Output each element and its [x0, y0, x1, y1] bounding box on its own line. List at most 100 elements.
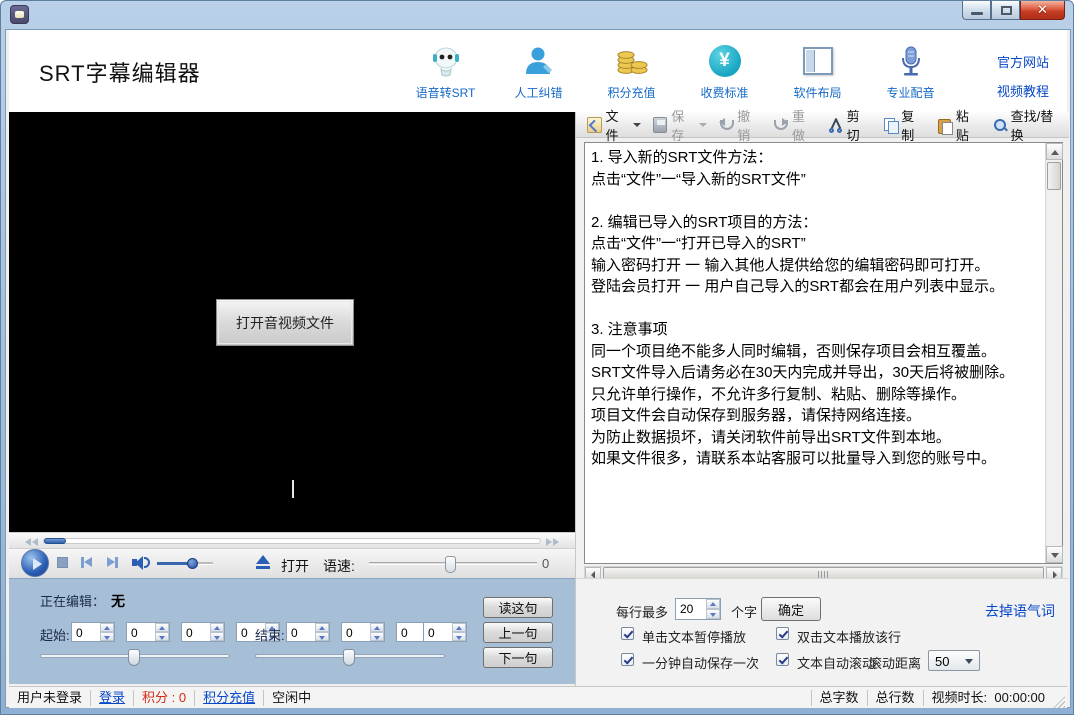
checkbox-label[interactable]: 一分钟自动保存一次: [642, 653, 759, 672]
checkbox-label[interactable]: 双击文本播放该行: [797, 627, 901, 646]
start-slider-thumb[interactable]: [128, 649, 140, 666]
video-tutorial-link[interactable]: 视频教程: [997, 81, 1049, 100]
confirm-button[interactable]: 确定: [761, 597, 821, 621]
paste-button[interactable]: 粘贴: [932, 114, 985, 136]
editor-line[interactable]: 输入密码打开 一 输入其他人提供给您的编辑密码即可打开。: [591, 255, 1042, 277]
forward-icon[interactable]: [546, 538, 552, 546]
undo-button[interactable]: 撤销: [714, 114, 767, 136]
nav-item-points-recharge[interactable]: 积分充值: [585, 38, 678, 108]
volume-thumb[interactable]: [187, 558, 198, 569]
nav-item-speech-to-srt[interactable]: 语音转SRT: [399, 38, 492, 108]
spin-value[interactable]: 20: [676, 599, 706, 619]
spin-value[interactable]: 0: [397, 623, 425, 641]
spin-up-icon[interactable]: [315, 623, 329, 632]
spin-up-icon[interactable]: [100, 623, 114, 632]
nav-item-pricing[interactable]: ¥ 收费标准: [678, 38, 771, 108]
scroll-distance-dropdown[interactable]: 50: [928, 650, 980, 671]
find-replace-button[interactable]: 查找/替换: [987, 114, 1067, 136]
spin-down-icon[interactable]: [452, 632, 466, 641]
subtitle-text-editor[interactable]: 1. 导入新的SRT文件方法： 点击“文件”一“导入新的SRT文件” 2. 编辑…: [584, 142, 1063, 564]
spin-up-icon[interactable]: [370, 623, 384, 632]
editor-line[interactable]: 2. 编辑已导入的SRT项目的方法：: [591, 212, 1042, 234]
spin-down-icon[interactable]: [100, 632, 114, 641]
spin-value[interactable]: 0: [127, 623, 155, 641]
stop-button[interactable]: [57, 557, 68, 568]
end-spinner-1[interactable]: 0: [341, 622, 385, 642]
checkbox-label[interactable]: 文本自动滚动: [797, 653, 875, 672]
spin-value[interactable]: 0: [342, 623, 370, 641]
start-spinner-1[interactable]: 0: [126, 622, 170, 642]
spin-value[interactable]: 0: [424, 623, 452, 641]
spin-down-icon[interactable]: [315, 632, 329, 641]
copy-button[interactable]: 复制: [878, 114, 931, 136]
start-spinner-0[interactable]: 0: [71, 622, 115, 642]
next-button[interactable]: [107, 557, 123, 569]
editor-line[interactable]: 点击“文件”一“打开已导入的SRT”: [591, 233, 1042, 255]
autoscroll-checkbox[interactable]: [776, 653, 789, 666]
login-link[interactable]: 登录: [99, 690, 125, 705]
editor-line[interactable]: 如果文件很多，请联系本站客服可以批量导入到您的账号中。: [591, 448, 1042, 470]
read-sentence-button[interactable]: 读这句: [483, 597, 553, 618]
speed-slider[interactable]: [369, 562, 537, 565]
pause-on-click-checkbox[interactable]: [621, 627, 634, 640]
rewind-icon[interactable]: [32, 538, 38, 546]
autosave-checkbox[interactable]: [621, 653, 634, 666]
scroll-down-icon[interactable]: [1046, 546, 1063, 563]
end-spinner-3[interactable]: 0: [423, 622, 467, 642]
nav-item-manual-correction[interactable]: 人工纠错: [492, 38, 585, 108]
previous-button[interactable]: [81, 557, 97, 569]
scroll-up-icon[interactable]: [1046, 143, 1063, 160]
redo-button[interactable]: 重做: [768, 114, 821, 136]
spin-down-icon[interactable]: [370, 632, 384, 641]
open-label[interactable]: 打开: [281, 556, 309, 576]
spin-up-icon[interactable]: [155, 623, 169, 632]
cut-button[interactable]: 剪切: [823, 114, 876, 136]
editor-line[interactable]: 项目文件会自动保存到服务器，请保持网络连接。: [591, 405, 1042, 427]
spin-value[interactable]: 0: [287, 623, 315, 641]
spin-down-icon[interactable]: [706, 609, 720, 619]
editor-line[interactable]: [591, 190, 1042, 212]
eject-icon[interactable]: [255, 555, 271, 571]
spin-up-icon[interactable]: [706, 599, 720, 609]
official-site-link[interactable]: 官方网站: [997, 52, 1049, 71]
previous-sentence-button[interactable]: 上一句: [483, 622, 553, 643]
seek-thumb[interactable]: [44, 538, 66, 544]
play-button[interactable]: [21, 549, 49, 577]
editor-line[interactable]: 同一个项目绝不能多人同时编辑，否则保存项目会相互覆盖。: [591, 341, 1042, 363]
max-chars-spinner[interactable]: 20: [675, 598, 721, 620]
end-slider[interactable]: [255, 649, 445, 663]
spin-up-icon[interactable]: [210, 623, 224, 632]
save-button[interactable]: 保存: [648, 114, 712, 136]
open-media-button[interactable]: 打开音视频文件: [216, 299, 354, 346]
file-menu-button[interactable]: 文件: [582, 114, 646, 136]
spin-value[interactable]: 0: [182, 623, 210, 641]
start-spinner-2[interactable]: 0: [181, 622, 225, 642]
editor-line[interactable]: 为防止数据损坏，请关闭软件前导出SRT文件到本地。: [591, 427, 1042, 449]
end-slider-thumb[interactable]: [343, 649, 355, 666]
spin-value[interactable]: 0: [72, 623, 100, 641]
seek-track[interactable]: [43, 538, 541, 544]
spin-up-icon[interactable]: [452, 623, 466, 632]
editor-line[interactable]: 点击“文件”一“导入新的SRT文件”: [591, 169, 1042, 191]
volume-slider[interactable]: [157, 562, 213, 565]
volume-icon[interactable]: [132, 556, 150, 570]
nav-item-software-layout[interactable]: 软件布局: [771, 38, 864, 108]
editor-line[interactable]: [591, 298, 1042, 320]
title-bar[interactable]: ✕: [1, 1, 1073, 29]
spin-down-icon[interactable]: [210, 632, 224, 641]
resize-grip[interactable]: [1053, 696, 1065, 708]
start-slider[interactable]: [40, 649, 230, 663]
close-button[interactable]: ✕: [1020, 1, 1065, 20]
editor-line[interactable]: 3. 注意事项: [591, 319, 1042, 341]
end-spinner-0[interactable]: 0: [286, 622, 330, 642]
vertical-scroll-thumb[interactable]: [1047, 162, 1061, 190]
recharge-link[interactable]: 积分充值: [203, 690, 255, 705]
editor-line[interactable]: 只允许单行操作，不允许多行复制、粘贴、删除等操作。: [591, 384, 1042, 406]
editor-line[interactable]: 登陆会员打开 一 用户自己导入的SRT都会在用户列表中显示。: [591, 276, 1042, 298]
forward-icon[interactable]: [553, 538, 559, 546]
spin-down-icon[interactable]: [155, 632, 169, 641]
maximize-button[interactable]: [991, 1, 1020, 20]
nav-item-pro-dubbing[interactable]: 专业配音: [864, 38, 957, 108]
editor-line[interactable]: 1. 导入新的SRT文件方法：: [591, 147, 1042, 169]
minimize-button[interactable]: [962, 1, 991, 20]
